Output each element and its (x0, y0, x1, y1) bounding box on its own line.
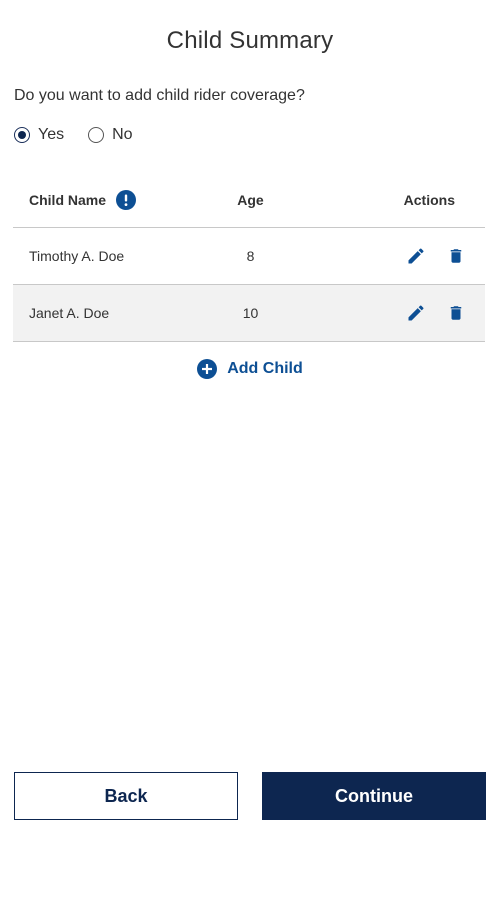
radio-button-yes[interactable] (14, 127, 30, 143)
radio-label-yes: Yes (38, 126, 65, 143)
child-age-cell: 8 (246, 248, 255, 264)
continue-button[interactable]: Continue (262, 772, 486, 820)
column-header-name-label: Child Name (29, 192, 107, 208)
add-child-label: Add Child (227, 360, 303, 377)
radio-button-no[interactable] (88, 127, 105, 143)
column-header-actions: Actions (403, 192, 455, 208)
add-child-button[interactable]: Add Child (197, 359, 303, 379)
children-table: Child Name Age Actions Timothy A. Doe 8 (13, 173, 485, 342)
coverage-radio-group: Yes No (14, 126, 133, 144)
page-title: Child Summary (166, 27, 334, 54)
trash-icon[interactable] (445, 245, 467, 267)
column-header-name: Child Name (13, 190, 213, 210)
row-actions (288, 302, 485, 324)
radio-selected-dot (18, 131, 26, 139)
coverage-question: Do you want to add child rider coverage? (14, 87, 305, 104)
edit-icon[interactable] (405, 302, 427, 324)
radio-option-no[interactable]: No (88, 126, 133, 144)
add-child-row: Add Child (0, 359, 500, 379)
edit-icon[interactable] (405, 245, 427, 267)
trash-icon[interactable] (445, 302, 467, 324)
child-name-cell: Timothy A. Doe (29, 248, 125, 264)
table-header: Child Name Age Actions (13, 173, 485, 228)
table-row: Janet A. Doe 10 (13, 285, 485, 342)
back-button[interactable]: Back (14, 772, 238, 820)
radio-label-no: No (112, 126, 133, 143)
info-icon[interactable] (116, 190, 137, 210)
table-row: Timothy A. Doe 8 (13, 228, 485, 285)
plus-circle-icon (197, 359, 218, 379)
child-name-cell: Janet A. Doe (29, 305, 110, 321)
column-header-age: Age (237, 192, 264, 208)
row-actions (288, 245, 485, 267)
radio-option-yes[interactable]: Yes (14, 126, 64, 144)
child-age-cell: 10 (242, 305, 259, 321)
